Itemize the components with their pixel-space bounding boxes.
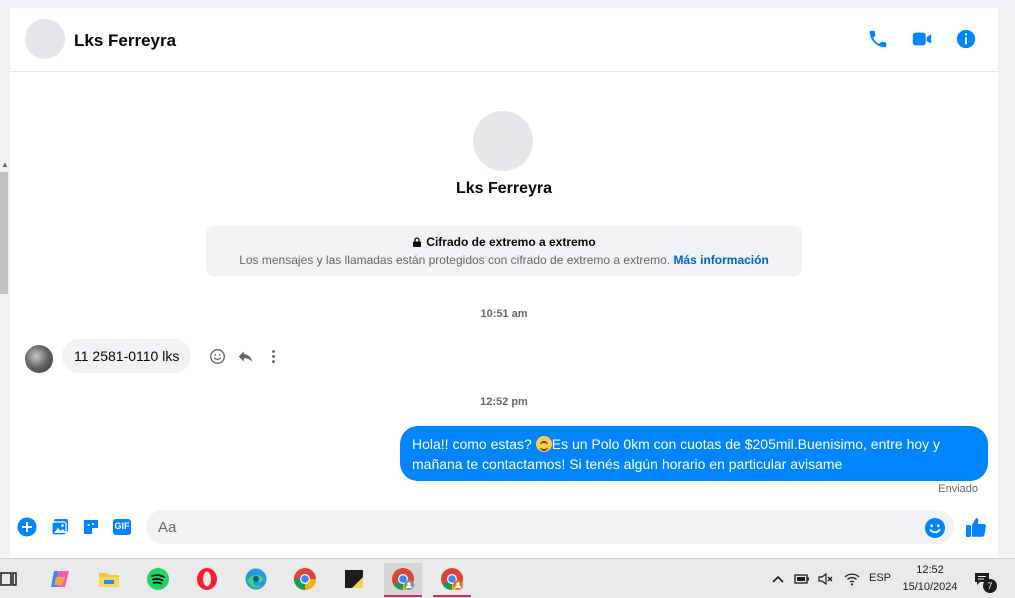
phone-icon[interactable] bbox=[865, 26, 891, 52]
left-scrollbar[interactable]: ▲ bbox=[0, 0, 10, 558]
encryption-description-text: Los mensajes y las llamadas están proteg… bbox=[239, 253, 671, 267]
chrome-profile-2-icon[interactable] bbox=[433, 563, 471, 597]
right-gutter bbox=[998, 0, 1015, 558]
contact-name[interactable]: Lks Ferreyra bbox=[74, 31, 176, 51]
clock-date[interactable]: 15/10/2024 bbox=[900, 581, 960, 593]
message-composer: GIF bbox=[10, 502, 998, 552]
gif-label: GIF bbox=[114, 521, 130, 531]
chrome-icon[interactable] bbox=[286, 563, 324, 595]
message-timestamp: 12:52 pm bbox=[480, 396, 528, 408]
windows-taskbar: ESP 12:52 15/10/2024 7 bbox=[0, 558, 1015, 598]
encryption-notice: Cifrado de extremo a extremo Los mensaje… bbox=[206, 226, 802, 276]
language-indicator[interactable]: ESP bbox=[869, 572, 891, 584]
edge-icon[interactable] bbox=[237, 563, 275, 595]
sticky-notes-icon[interactable] bbox=[335, 563, 373, 595]
outgoing-message-bubble[interactable]: Hola!! como estas? Es un Polo 0km con cu… bbox=[400, 426, 988, 481]
scrollbar-thumb[interactable] bbox=[0, 172, 8, 294]
file-explorer-icon[interactable] bbox=[90, 563, 128, 595]
message-status: Enviado bbox=[938, 483, 978, 495]
scroll-up-arrow-icon[interactable]: ▲ bbox=[1, 160, 9, 169]
conversation-area: Lks Ferreyra Cifrado de extremo a extrem… bbox=[10, 72, 998, 502]
incoming-message-bubble[interactable]: 11 2581-0110 lks bbox=[62, 339, 192, 373]
clock-time[interactable]: 12:52 bbox=[900, 564, 960, 576]
message-input[interactable] bbox=[146, 510, 954, 544]
speaker-muted-icon[interactable] bbox=[817, 570, 835, 588]
emoji-icon[interactable] bbox=[924, 517, 946, 539]
smiling-face-emoji-icon bbox=[535, 436, 552, 452]
more-options-icon[interactable] bbox=[263, 346, 283, 366]
notification-count-badge: 7 bbox=[983, 579, 997, 593]
window-top-strip bbox=[0, 0, 1015, 8]
encryption-description: Los mensajes y las llamadas están proteg… bbox=[206, 253, 802, 267]
intro-contact-name: Lks Ferreyra bbox=[455, 180, 553, 197]
copilot-icon[interactable] bbox=[41, 563, 79, 595]
chrome-profile-icon[interactable] bbox=[384, 563, 422, 597]
intro-avatar[interactable] bbox=[473, 111, 533, 171]
wifi-icon[interactable] bbox=[843, 570, 861, 588]
outgoing-message-text-start: Hola!! como estas? bbox=[412, 436, 536, 452]
add-icon[interactable] bbox=[16, 516, 38, 538]
sender-avatar[interactable] bbox=[25, 345, 53, 373]
chevron-up-icon[interactable] bbox=[769, 570, 787, 588]
image-icon[interactable] bbox=[49, 516, 71, 538]
opera-icon[interactable] bbox=[188, 563, 226, 595]
contact-avatar[interactable] bbox=[25, 19, 65, 59]
chat-header: Lks Ferreyra bbox=[10, 8, 998, 72]
gif-icon[interactable]: GIF bbox=[111, 516, 133, 538]
react-emoji-icon[interactable] bbox=[207, 346, 227, 366]
battery-icon[interactable] bbox=[793, 570, 811, 588]
spotify-icon[interactable] bbox=[139, 563, 177, 595]
video-camera-icon[interactable] bbox=[909, 26, 935, 52]
reply-icon[interactable] bbox=[235, 346, 255, 366]
lock-icon bbox=[413, 237, 422, 247]
message-timestamp: 10:51 am bbox=[480, 308, 528, 320]
info-icon[interactable] bbox=[953, 26, 979, 52]
thumbs-up-icon[interactable] bbox=[964, 515, 988, 539]
more-info-link[interactable]: Más información bbox=[673, 253, 768, 267]
encryption-title-text: Cifrado de extremo a extremo bbox=[426, 235, 596, 249]
messenger-window: ▲ Lks Ferreyra Lks Ferreyra Cifrado de e… bbox=[0, 0, 1015, 598]
task-view-icon[interactable] bbox=[0, 563, 28, 595]
encryption-title: Cifrado de extremo a extremo bbox=[206, 235, 802, 249]
sticker-icon[interactable] bbox=[80, 516, 102, 538]
